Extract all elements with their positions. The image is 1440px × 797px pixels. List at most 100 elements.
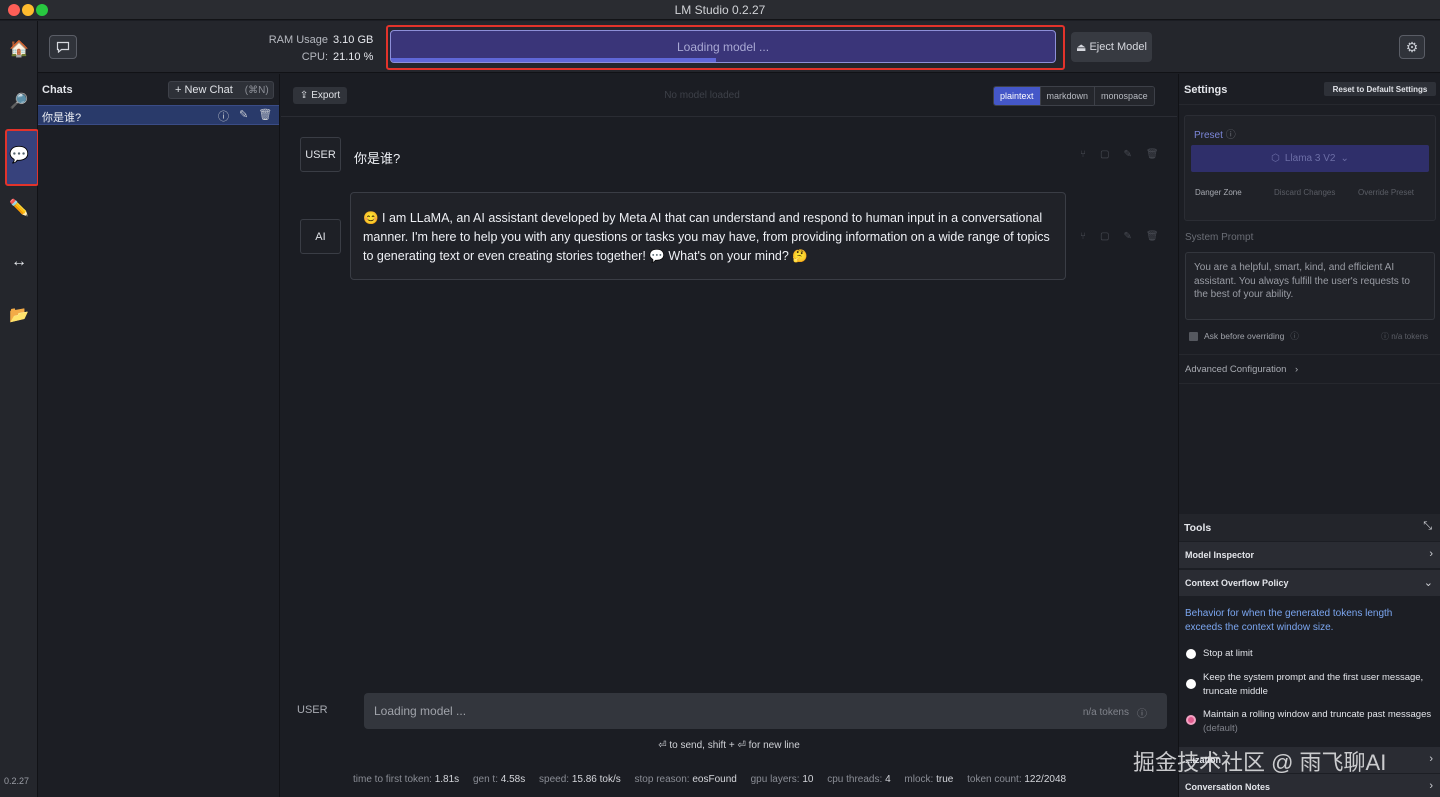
branch-icon[interactable]: ⑂ [1080, 149, 1086, 160]
metric-value: 10 [802, 774, 814, 785]
reset-defaults-button[interactable]: Reset to Default Settings [1324, 82, 1436, 96]
edit-icon[interactable]: ✎ [1123, 149, 1131, 160]
option-truncate-middle[interactable]: Keep the system prompt and the first use… [1203, 671, 1433, 698]
input-role-label: USER [297, 704, 328, 716]
system-prompt-tokens: ⓘ n/a tokens [1381, 332, 1429, 341]
input-token-count: n/a tokens ⓘ [1083, 705, 1147, 720]
chevron-right-icon: › [1429, 753, 1433, 765]
chat-list-item[interactable]: 你是谁? ⓘ ✎ 🗑 [38, 105, 279, 125]
toggle-sidebar-button[interactable] [49, 35, 77, 59]
info-icon[interactable]: ⓘ [1226, 130, 1236, 141]
trash-icon[interactable]: 🗑 [258, 108, 272, 124]
metric-label: speed: [539, 774, 570, 785]
danger-zone-label: Danger Zone [1195, 188, 1242, 197]
collapse-icon[interactable]: ⤡ [1423, 520, 1432, 533]
format-markdown[interactable]: markdown [1039, 87, 1095, 105]
metric-value: 4.58s [500, 774, 526, 785]
new-chat-shortcut: (⌘N) [244, 84, 269, 96]
option-stop-at-limit[interactable]: Stop at limit [1203, 647, 1433, 661]
radio-truncate-middle[interactable] [1186, 679, 1196, 689]
chats-header: Chats + New Chat (⌘N) [38, 74, 279, 105]
send-hint: ⏎ to send, shift + ⏎ for new line [658, 740, 800, 751]
preset-label-text: Preset [1194, 130, 1223, 141]
format-toggle: plaintext markdown monospace [993, 86, 1155, 106]
ask-before-overriding[interactable]: Ask before overriding ⓘ [1189, 330, 1299, 342]
ask-checkbox[interactable] [1189, 331, 1198, 341]
chevron-right-icon: › [1429, 548, 1433, 560]
radio-rolling-window[interactable] [1186, 715, 1196, 725]
advanced-label-text: Advanced Configuration [1185, 364, 1287, 375]
folder-icon[interactable]: 📂 [6, 302, 32, 328]
override-preset-button[interactable]: Override Preset [1358, 188, 1414, 197]
settings-gear-button[interactable]: ⚙ [1399, 35, 1425, 59]
app-version: 0.2.27 [4, 776, 30, 786]
preset-select[interactable]: ⬡ Llama 3 V2 ⌄ [1191, 145, 1429, 172]
format-plaintext[interactable]: plaintext [994, 87, 1040, 105]
model-inspector-row[interactable]: Model Inspector › [1179, 541, 1440, 568]
search-icon[interactable]: 🔎 [6, 88, 32, 114]
model-inspector-label: Model Inspector [1185, 550, 1255, 560]
loader-progress-bar [391, 58, 717, 62]
advanced-label: Advanced Configuration › [1185, 364, 1298, 375]
format-monospace[interactable]: monospace [1094, 87, 1154, 105]
chat-icon[interactable]: 💬 [6, 142, 32, 168]
chat-area: ⇪ Export No model loaded plaintext markd… [281, 74, 1177, 797]
user-message-actions: ⑂ ▢ ✎ 🗑 [1080, 149, 1159, 160]
tools-header: Tools ⤡ [1179, 514, 1440, 541]
metric-value: 122/2048 [1024, 774, 1067, 785]
eject-label: Eject Model [1089, 41, 1147, 53]
rolling-window-label: Maintain a rolling window and truncate p… [1203, 709, 1432, 720]
pencil-icon[interactable]: ✏️ [6, 195, 32, 221]
branch-icon[interactable]: ⑂ [1080, 231, 1086, 242]
info-icon[interactable]: ⓘ [1290, 330, 1299, 342]
chats-panel: Chats + New Chat (⌘N) 你是谁? ⓘ ✎ 🗑 [38, 74, 280, 797]
metric-label: time to first token: [353, 774, 432, 785]
settings-header: Settings Reset to Default Settings [1179, 74, 1440, 105]
chats-title: Chats [42, 84, 73, 96]
radio-stop-at-limit[interactable] [1186, 649, 1196, 659]
edit-icon[interactable]: ✎ [239, 108, 248, 124]
advanced-configuration-row[interactable]: Advanced Configuration › [1179, 354, 1440, 384]
title-bar: LM Studio 0.2.27 [0, 0, 1440, 20]
cpu-label: CPU: [301, 51, 328, 63]
gear-icon: ⚙ [1405, 38, 1419, 55]
model-loader[interactable]: Loading model ... [390, 30, 1056, 63]
metric-value: 4 [885, 774, 891, 785]
tools-title: Tools [1184, 522, 1212, 534]
arrows-icon[interactable]: ↔ [6, 249, 32, 275]
ram-label: RAM Usage [268, 34, 328, 46]
option-rolling-window[interactable]: Maintain a rolling window and truncate p… [1203, 708, 1433, 735]
info-icon[interactable]: ⓘ [1137, 705, 1147, 720]
edit-icon[interactable]: ✎ [1123, 231, 1131, 242]
context-policy-label: Context Overflow Policy [1185, 578, 1289, 588]
eject-model-button[interactable]: ⏏ Eject Model [1071, 32, 1152, 62]
context-policy-row[interactable]: Context Overflow Policy ⌄ [1179, 569, 1440, 596]
chat-item-label: 你是谁? [42, 112, 82, 124]
ai-message-actions: ⑂ ▢ ✎ 🗑 [1080, 231, 1159, 242]
top-toolbar: RAM Usage 3.10 GB CPU: 21.10 % Loading mod… [38, 21, 1440, 73]
system-prompt-tokens-label: n/a tokens [1391, 332, 1429, 341]
conversation-notes-label: Conversation Notes [1185, 782, 1271, 792]
trash-icon[interactable]: 🗑 [1146, 149, 1159, 160]
chevron-right-icon: › [1295, 364, 1299, 375]
metric-value: eosFound [692, 774, 737, 785]
chevron-right-icon: › [1429, 780, 1433, 792]
message-input[interactable]: Loading model ... n/a tokens ⓘ [364, 693, 1167, 729]
system-prompt-input[interactable]: You are a helpful, smart, kind, and effi… [1185, 252, 1435, 320]
info-icon[interactable]: ⓘ [218, 108, 229, 124]
home-icon[interactable]: 🏠 [6, 36, 32, 62]
resource-stats: RAM Usage 3.10 GB CPU: 21.10 % [268, 32, 374, 66]
new-chat-label: + New Chat [175, 84, 233, 96]
copy-icon[interactable]: ▢ [1100, 149, 1109, 160]
preset-label: Preset ⓘ [1194, 126, 1236, 141]
settings-title: Settings [1184, 84, 1228, 96]
metric-label: token count: [967, 774, 1022, 785]
trash-icon[interactable]: 🗑 [1146, 231, 1159, 242]
input-placeholder: Loading model ... [374, 704, 467, 718]
ai-message: 😊 I am LLaMA, an AI assistant developed … [350, 192, 1066, 280]
discard-changes-button[interactable]: Discard Changes [1274, 188, 1335, 197]
user-role-badge: USER [300, 137, 341, 172]
new-chat-button[interactable]: + New Chat (⌘N) [168, 81, 274, 99]
chevron-down-icon: ⌄ [1340, 153, 1349, 164]
copy-icon[interactable]: ▢ [1100, 231, 1109, 242]
